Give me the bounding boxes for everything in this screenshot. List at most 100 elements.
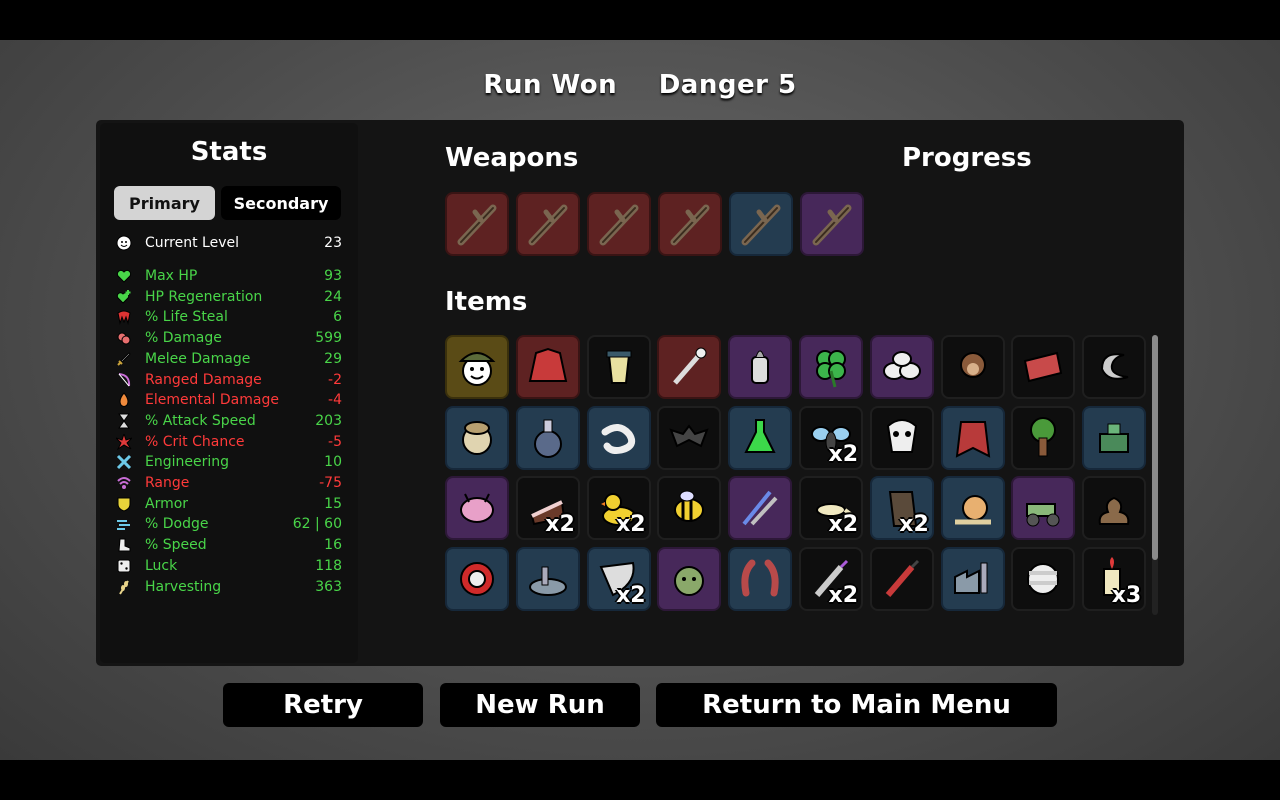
item-slot[interactable] — [940, 476, 1005, 541]
wrench-icon — [114, 453, 134, 471]
tab-secondary[interactable]: Secondary — [221, 186, 341, 220]
turret-icon — [1099, 423, 1130, 453]
jacket-icon — [528, 347, 568, 382]
burst-icon — [114, 433, 134, 451]
item-slot[interactable] — [657, 405, 722, 470]
items-scrollbar-thumb[interactable] — [1152, 335, 1158, 560]
weapon-slot[interactable] — [658, 192, 722, 256]
stat-value: 599 — [315, 330, 342, 347]
shield-icon — [114, 495, 134, 513]
item-slot[interactable] — [869, 335, 934, 399]
stat-row: % Attack Speed 203 — [114, 411, 342, 431]
item-slot[interactable] — [869, 547, 934, 612]
stat-row: % Crit Chance -5 — [114, 432, 342, 452]
stat-label: Harvesting — [145, 578, 222, 595]
item-slot[interactable] — [1082, 405, 1147, 470]
item-slot[interactable]: x2 — [515, 476, 580, 541]
item-slot[interactable] — [728, 547, 793, 612]
claws-icon — [741, 559, 779, 597]
dice-icon — [114, 557, 134, 575]
item-slot[interactable] — [515, 335, 580, 399]
item-slot[interactable]: x3 — [1082, 547, 1147, 612]
item-slot[interactable] — [586, 405, 651, 470]
stat-row: Luck 118 — [114, 556, 342, 576]
stat-row: % Speed 16 — [114, 535, 342, 555]
item-slot[interactable] — [515, 547, 580, 612]
item-quantity: x2 — [545, 512, 575, 538]
item-slot[interactable] — [445, 547, 509, 612]
item-slot[interactable] — [586, 335, 651, 399]
green-flask-icon — [744, 418, 776, 453]
item-slot[interactable]: x2 — [586, 476, 651, 541]
weapon-slot[interactable] — [587, 192, 651, 256]
stat-label: Ranged Damage — [145, 371, 262, 388]
new-run-button[interactable]: New Run — [440, 683, 640, 727]
fangs-icon — [114, 308, 134, 326]
weapon-slot[interactable] — [516, 192, 580, 256]
item-slot[interactable] — [657, 335, 722, 399]
progress-title: Progress — [902, 143, 1032, 173]
letterbox-bottom — [0, 760, 1280, 800]
stat-value: 29 — [324, 350, 342, 367]
item-slot[interactable] — [515, 405, 580, 470]
weapon-slot[interactable] — [445, 192, 509, 256]
items-scrollbar[interactable] — [1152, 335, 1158, 615]
tractor-icon — [1026, 503, 1060, 527]
item-quantity: x3 — [1111, 583, 1142, 609]
juice-cup-icon — [606, 350, 632, 384]
retry-button[interactable]: Retry — [223, 683, 423, 727]
items-title: Items — [445, 287, 528, 317]
poop-icon — [1098, 497, 1130, 526]
stick-weapon-icon — [457, 204, 497, 246]
item-slot[interactable]: x2 — [799, 547, 863, 612]
item-slot[interactable]: x2 — [799, 405, 863, 470]
item-slot[interactable] — [728, 405, 793, 470]
clover-icon — [816, 350, 846, 388]
stat-label: Current Level — [145, 235, 239, 251]
item-slot[interactable] — [657, 476, 722, 541]
item-slot[interactable]: x2 — [799, 476, 863, 541]
stats-panel: Stats Primary Secondary Current Level 23… — [100, 123, 358, 663]
item-slot[interactable] — [445, 476, 509, 541]
return-to-main-menu-button[interactable]: Return to Main Menu — [656, 683, 1057, 727]
item-slot[interactable]: x2 — [586, 547, 651, 612]
item-slot[interactable] — [728, 476, 793, 541]
stat-row: HP Regeneration 24 — [114, 287, 342, 307]
stat-value: 62 | 60 — [292, 516, 342, 533]
item-slot[interactable]: x2 — [869, 476, 934, 541]
ruins-icon — [528, 566, 567, 597]
stat-value: 363 — [315, 578, 342, 595]
egg-cluster-icon — [882, 351, 921, 380]
item-slot[interactable] — [445, 335, 509, 399]
baby-bottle-icon — [751, 350, 770, 384]
stat-value: 23 — [324, 235, 342, 251]
item-slot[interactable] — [1082, 476, 1147, 541]
factory-icon — [953, 562, 988, 595]
worm-icon — [601, 423, 635, 454]
monkey-icon — [959, 352, 986, 378]
item-slot[interactable] — [940, 405, 1005, 470]
item-slot[interactable] — [940, 547, 1005, 612]
stat-value: -2 — [328, 371, 342, 388]
tab-primary[interactable]: Primary — [114, 186, 215, 220]
item-slot[interactable] — [1011, 476, 1076, 541]
item-slot[interactable] — [445, 405, 509, 470]
item-slot[interactable] — [657, 547, 722, 612]
item-slot[interactable] — [728, 335, 793, 399]
stat-label: % Speed — [145, 537, 207, 554]
item-slot[interactable] — [869, 405, 934, 470]
item-slot[interactable] — [799, 335, 863, 399]
stat-label: Elemental Damage — [145, 392, 279, 409]
weapon-slot[interactable] — [800, 192, 864, 256]
stat-label: Luck — [145, 557, 178, 574]
face-icon — [114, 234, 134, 252]
stick-weapon-icon — [599, 204, 639, 246]
item-slot[interactable] — [940, 335, 1005, 399]
item-slot[interactable] — [1011, 547, 1076, 612]
item-slot[interactable] — [1082, 335, 1147, 399]
weapon-slot[interactable] — [729, 192, 793, 256]
item-slot[interactable] — [1011, 405, 1076, 470]
stat-value: 6 — [333, 309, 342, 326]
item-slot[interactable] — [1011, 335, 1076, 399]
compass-icon — [462, 420, 492, 455]
